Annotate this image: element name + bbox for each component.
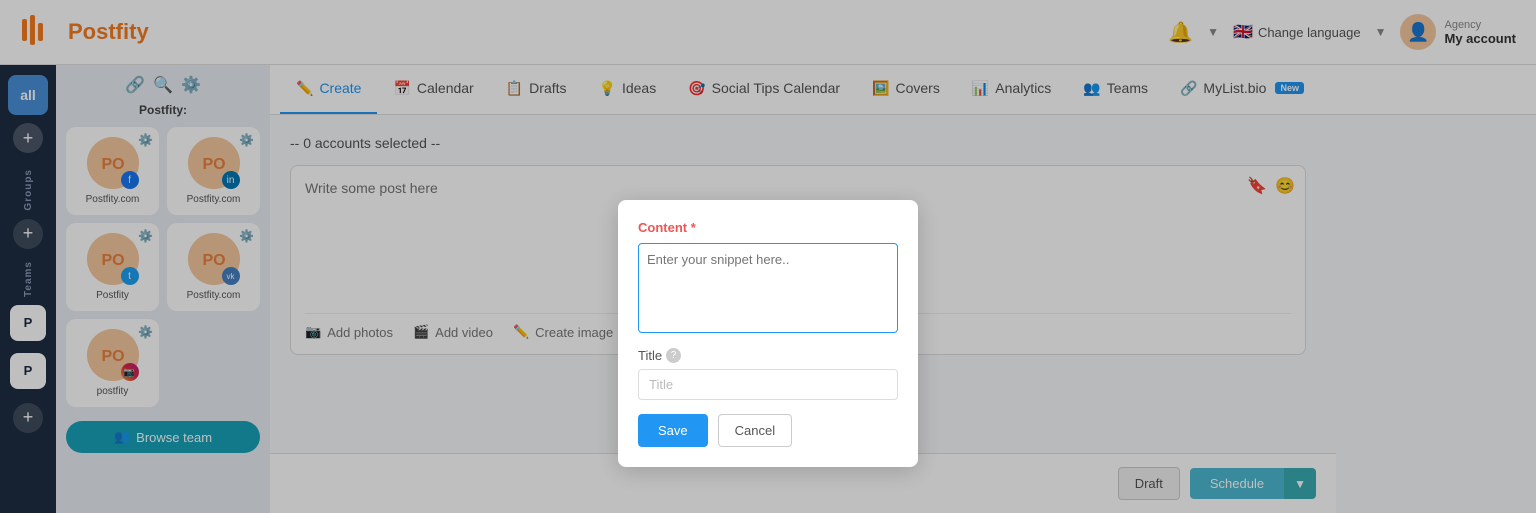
snippet-cancel-button[interactable]: Cancel (718, 414, 792, 447)
title-info-icon[interactable]: ? (666, 348, 681, 363)
snippet-title-input[interactable] (638, 369, 898, 400)
snippet-modal: Content * Title ? Save Cancel (618, 200, 918, 467)
snippet-textarea[interactable] (638, 243, 898, 333)
snippet-modal-overlay: Content * Title ? Save Cancel (0, 0, 1536, 513)
snippet-actions: Save Cancel (638, 414, 898, 447)
snippet-save-button[interactable]: Save (638, 414, 708, 447)
snippet-title-label: Title ? (638, 348, 898, 363)
snippet-content-label: Content * (638, 220, 898, 235)
